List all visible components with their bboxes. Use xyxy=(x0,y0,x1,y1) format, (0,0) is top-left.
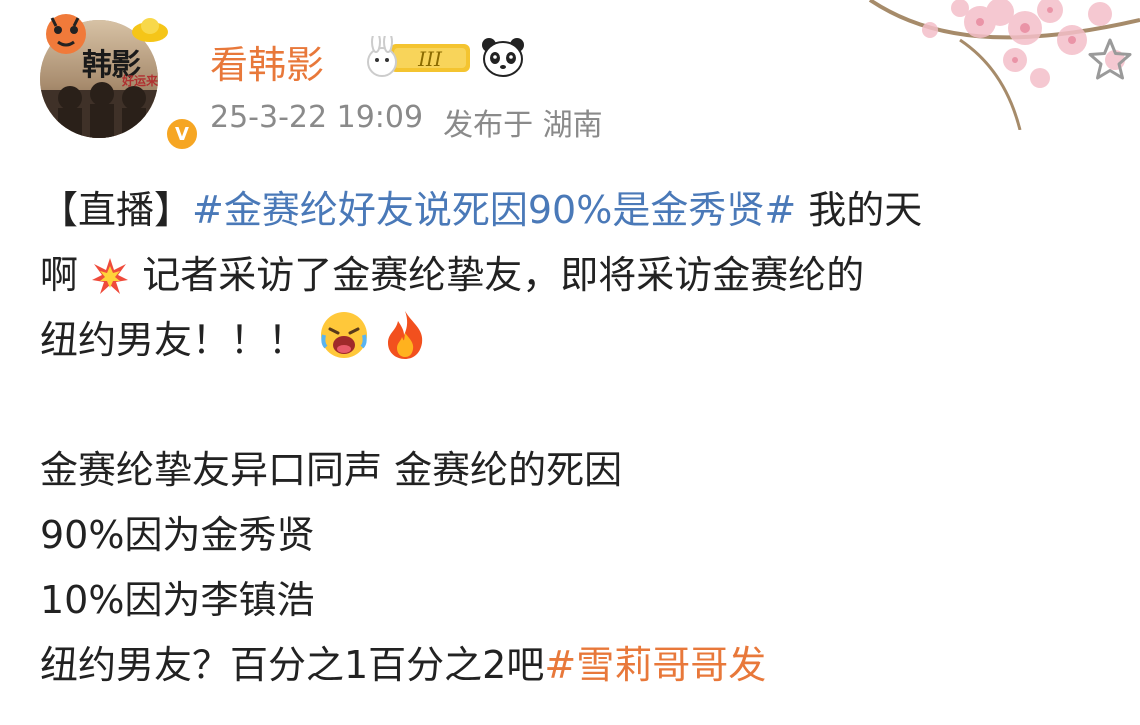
avatar[interactable]: 韩影 好运来 V xyxy=(38,8,200,152)
post-text: 纽约男友？百分之1百分之2吧 xyxy=(40,643,545,687)
post-line-3: 纽约男友！！！ xyxy=(40,308,1110,373)
post-line-1: 【直播】#金赛纶好友说死因90%是金秀贤# 我的天 xyxy=(40,178,1110,243)
post-line-5: 金赛纶挚友异口同声 金赛纶的死因 xyxy=(40,448,623,492)
post-line-6: 90%因为金秀贤 xyxy=(40,513,315,557)
crying-emoji xyxy=(321,312,368,358)
svg-text:III: III xyxy=(417,47,443,71)
panda-icon[interactable] xyxy=(480,36,526,78)
live-bracket: 【直播】 xyxy=(40,188,193,232)
post-text: 啊 xyxy=(40,253,79,297)
post-meta: 25-3-22 19:09 发布于 湖南 xyxy=(210,100,603,144)
text-fade-overlay xyxy=(900,650,1140,725)
star-icon[interactable] xyxy=(1086,36,1134,84)
post-line-2: 啊 记者采访了金赛纶挚友，即将采访金赛纶的 xyxy=(40,243,1110,308)
post-text: 我的天 xyxy=(796,188,923,232)
hashtag-link-truncated[interactable]: #雪莉哥哥发 xyxy=(544,643,766,687)
post-body: 【直播】#金赛纶好友说死因90%是金秀贤# 我的天 啊 记者采访了金赛纶挚友，即… xyxy=(40,178,1110,698)
post-location: 发布于 湖南 xyxy=(443,108,603,143)
avatar-sub-text: 好运来 xyxy=(122,74,159,88)
username[interactable]: 看韩影 xyxy=(210,34,324,89)
post-text: 纽约男友！！！ xyxy=(40,318,319,362)
hashtag-link[interactable]: #金赛纶好友说死因90%是金秀贤# xyxy=(192,188,796,232)
level-badge-icon[interactable]: III xyxy=(364,36,474,80)
verified-icon: V xyxy=(164,116,200,152)
fire-emoji xyxy=(388,311,423,359)
explosion-emoji xyxy=(92,258,129,294)
post-time: 25-3-22 19:09 xyxy=(210,100,424,135)
post-text: 记者采访了金赛纶挚友，即将采访金赛纶的 xyxy=(130,253,865,297)
post-line-7: 10%因为李镇浩 xyxy=(40,578,315,622)
